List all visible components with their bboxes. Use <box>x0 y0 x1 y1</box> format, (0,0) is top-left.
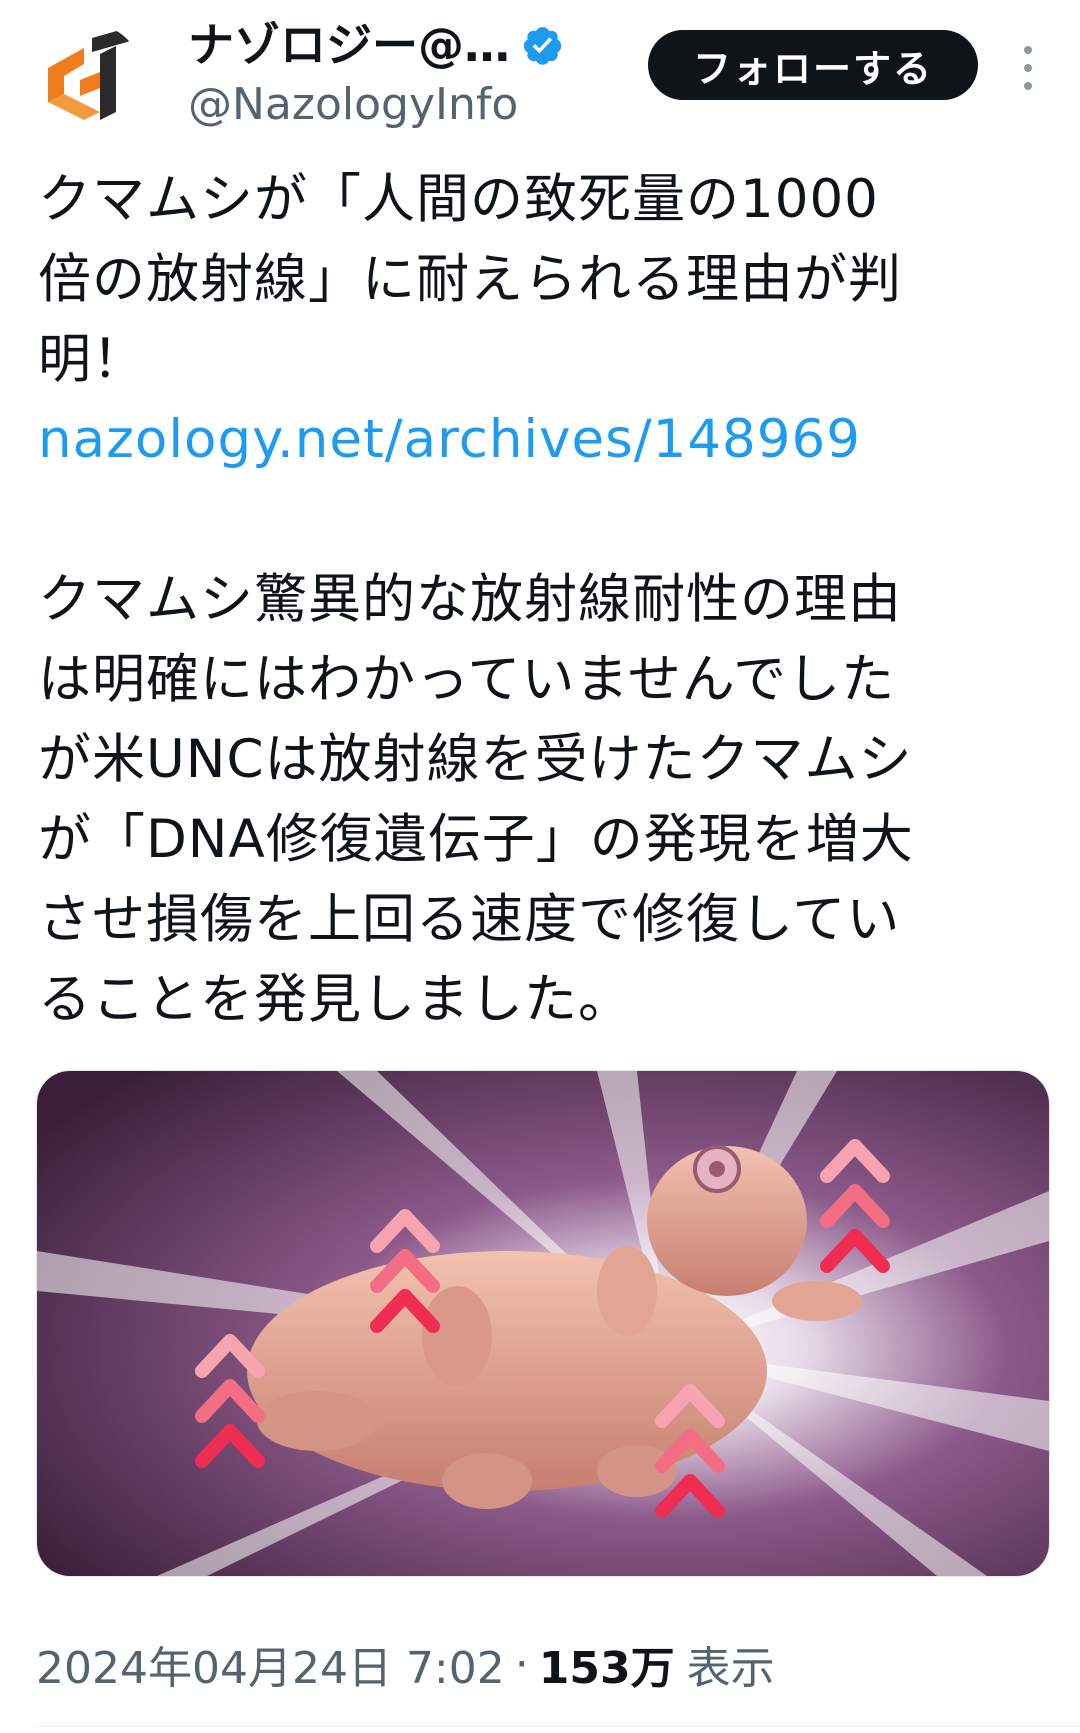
timestamp[interactable]: 2024年04月24日 7:02 <box>36 1632 505 1696</box>
text-line: が米UNCは放射線を受けたクマムシ <box>38 729 913 790</box>
text-line: クマムシ驚異的な放射線耐性の理由 <box>38 569 902 630</box>
more-icon[interactable] <box>1008 38 1048 98</box>
tardigrade-illustration <box>37 1071 1049 1576</box>
media-image[interactable] <box>36 1070 1050 1577</box>
text-line: は明確にはわかっていませんでした <box>38 649 896 710</box>
handle[interactable]: @NazologyInfo <box>188 76 564 134</box>
article-link[interactable]: nazology.net/archives/148969 <box>38 400 1048 480</box>
text-line: 明！ <box>38 329 146 390</box>
follow-button[interactable]: フォローする <box>648 30 978 100</box>
divider <box>36 1726 1080 1727</box>
tweet-meta: 2024年04月24日 7:02 · 153万 表示 <box>36 1632 775 1696</box>
display-name[interactable]: ナゾロジー@… <box>188 14 510 76</box>
text-line: ることを発見しました。 <box>38 969 632 1030</box>
avatar[interactable] <box>40 24 142 126</box>
tweet-text: クマムシが「人間の致死量の1000 倍の放射線」に耐えられる理由が判 明！ nazol… <box>38 160 1048 1040</box>
views-label: 表示 <box>686 1643 775 1694</box>
views-count: 153万 <box>538 1643 675 1694</box>
nazology-logo-icon <box>48 26 134 120</box>
text-line: させ損傷を上回る速度で修復してい <box>38 889 901 950</box>
text-line: 倍の放射線」に耐えられる理由が判 <box>38 249 902 310</box>
text-line: クマムシが「人間の致死量の1000 <box>38 169 879 230</box>
tweet-header: ナゾロジー@… @NazologyInfo フォローする <box>0 0 1080 150</box>
verified-badge-icon <box>523 27 562 65</box>
text-line: が「DNA修復遺伝子」の発現を増大 <box>38 809 914 870</box>
separator: · <box>514 1638 529 1690</box>
